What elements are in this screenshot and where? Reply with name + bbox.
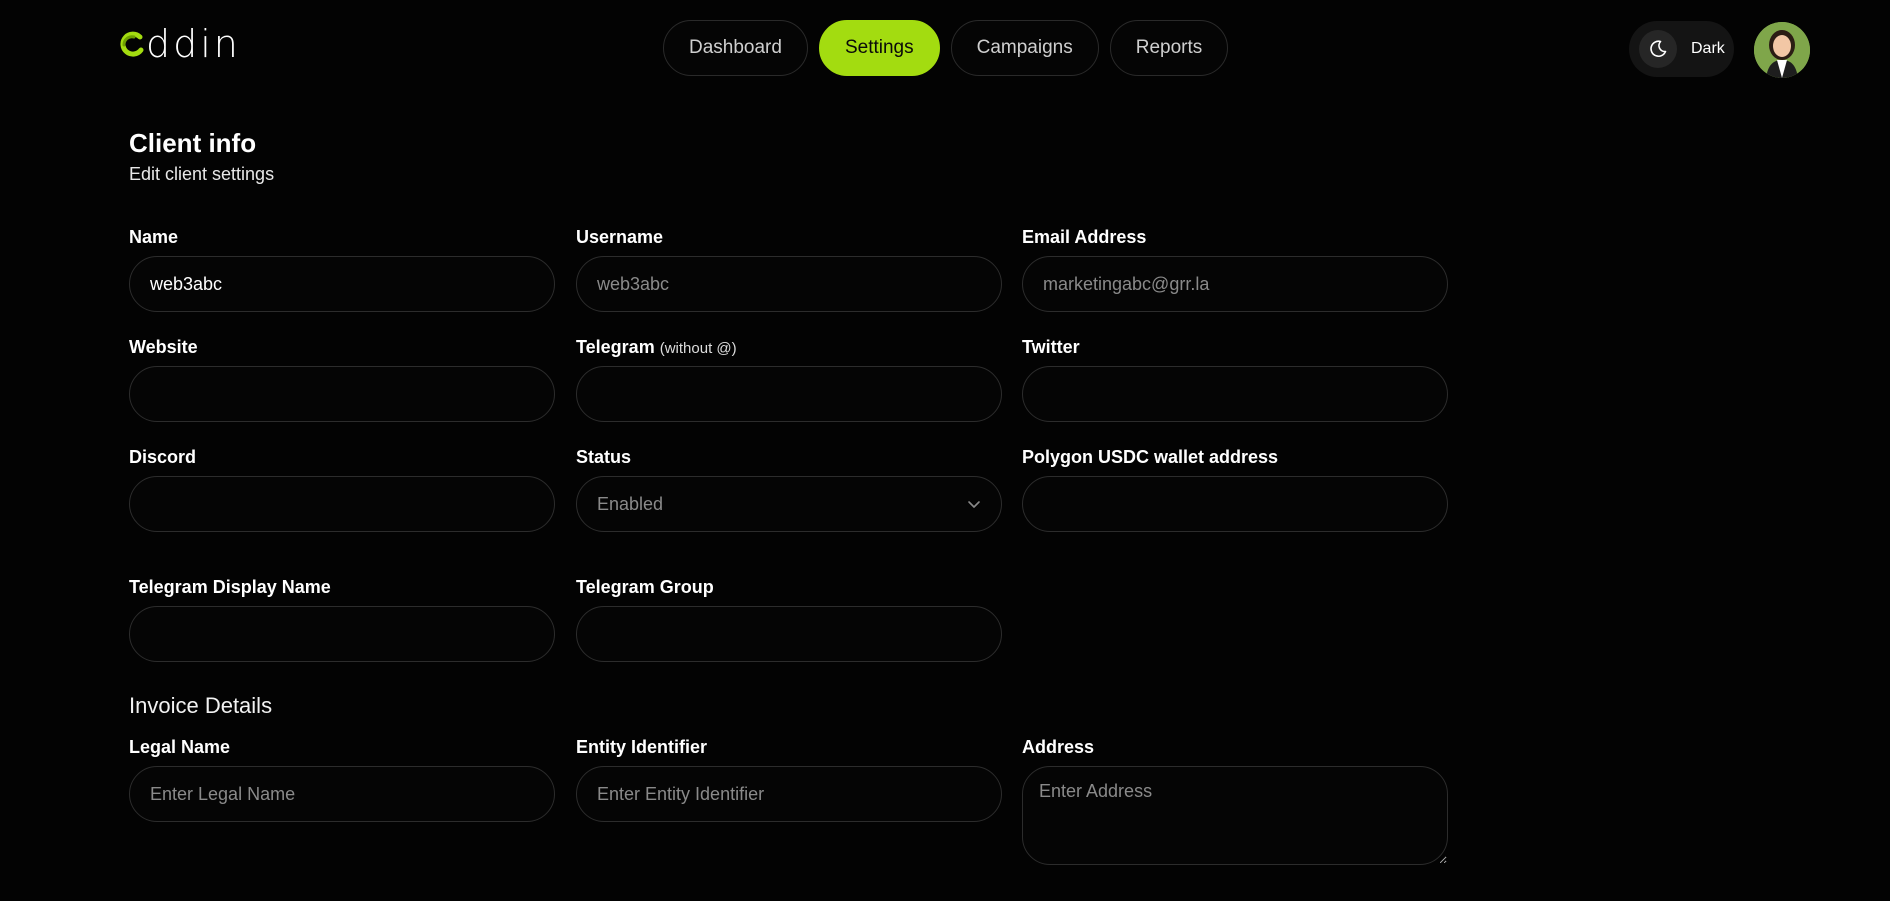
telegram-display-label: Telegram Display Name	[129, 577, 331, 597]
status-select[interactable]: Enabled	[576, 476, 1002, 532]
username-input	[576, 256, 1002, 312]
page-subtitle: Edit client settings	[129, 164, 275, 184]
theme-label: Dark	[1691, 40, 1725, 57]
wallet-input[interactable]	[1022, 476, 1448, 532]
main-nav: Dashboard Settings Campaigns Reports	[663, 20, 1229, 76]
name-input[interactable]	[129, 256, 555, 312]
username-label: Username	[576, 227, 664, 247]
wallet-label: Polygon USDC wallet address	[1022, 447, 1279, 467]
address-label: Address	[1022, 737, 1095, 757]
logo-mark-icon	[120, 31, 144, 57]
entity-identifier-label: Entity Identifier	[576, 737, 708, 757]
email-label: Email Address	[1022, 227, 1147, 247]
discord-input[interactable]	[129, 476, 555, 532]
telegram-label-note: (without @)	[659, 340, 737, 357]
discord-label: Discord	[129, 447, 197, 467]
email-input	[1022, 256, 1448, 312]
legal-name-label: Legal Name	[129, 737, 231, 757]
app-logo[interactable]: ddin	[120, 24, 241, 64]
telegram-input[interactable]	[576, 366, 1002, 422]
twitter-label: Twitter	[1022, 337, 1080, 357]
website-label: Website	[129, 337, 198, 357]
telegram-label-group: Telegram (without @)	[576, 337, 737, 358]
legal-name-input[interactable]	[129, 766, 555, 822]
name-label: Name	[129, 227, 179, 247]
twitter-input[interactable]	[1022, 366, 1448, 422]
chevron-down-icon	[968, 501, 980, 508]
user-avatar[interactable]	[1754, 22, 1810, 78]
entity-identifier-input[interactable]	[576, 766, 1002, 822]
theme-toggle-button[interactable]: Dark	[1629, 21, 1734, 77]
website-input[interactable]	[129, 366, 555, 422]
nav-settings-button[interactable]: Settings	[818, 20, 940, 76]
avatar-image	[1754, 22, 1810, 78]
invoice-section-title: Invoice Details	[129, 693, 273, 718]
page-title: Client info	[129, 128, 257, 158]
telegram-group-input[interactable]	[576, 606, 1002, 662]
status-selected-value: Enabled	[597, 493, 664, 514]
moon-icon	[1639, 30, 1677, 68]
nav-reports-button[interactable]: Reports	[1109, 20, 1229, 76]
address-textarea[interactable]	[1022, 766, 1448, 865]
status-label: Status	[576, 447, 632, 467]
telegram-group-label: Telegram Group	[576, 577, 714, 597]
telegram-label: Telegram	[576, 337, 655, 357]
nav-dashboard-button[interactable]: Dashboard	[663, 20, 808, 76]
telegram-display-input[interactable]	[129, 606, 555, 662]
nav-campaigns-button[interactable]: Campaigns	[950, 20, 1099, 76]
logo-text: ddin	[146, 22, 241, 66]
